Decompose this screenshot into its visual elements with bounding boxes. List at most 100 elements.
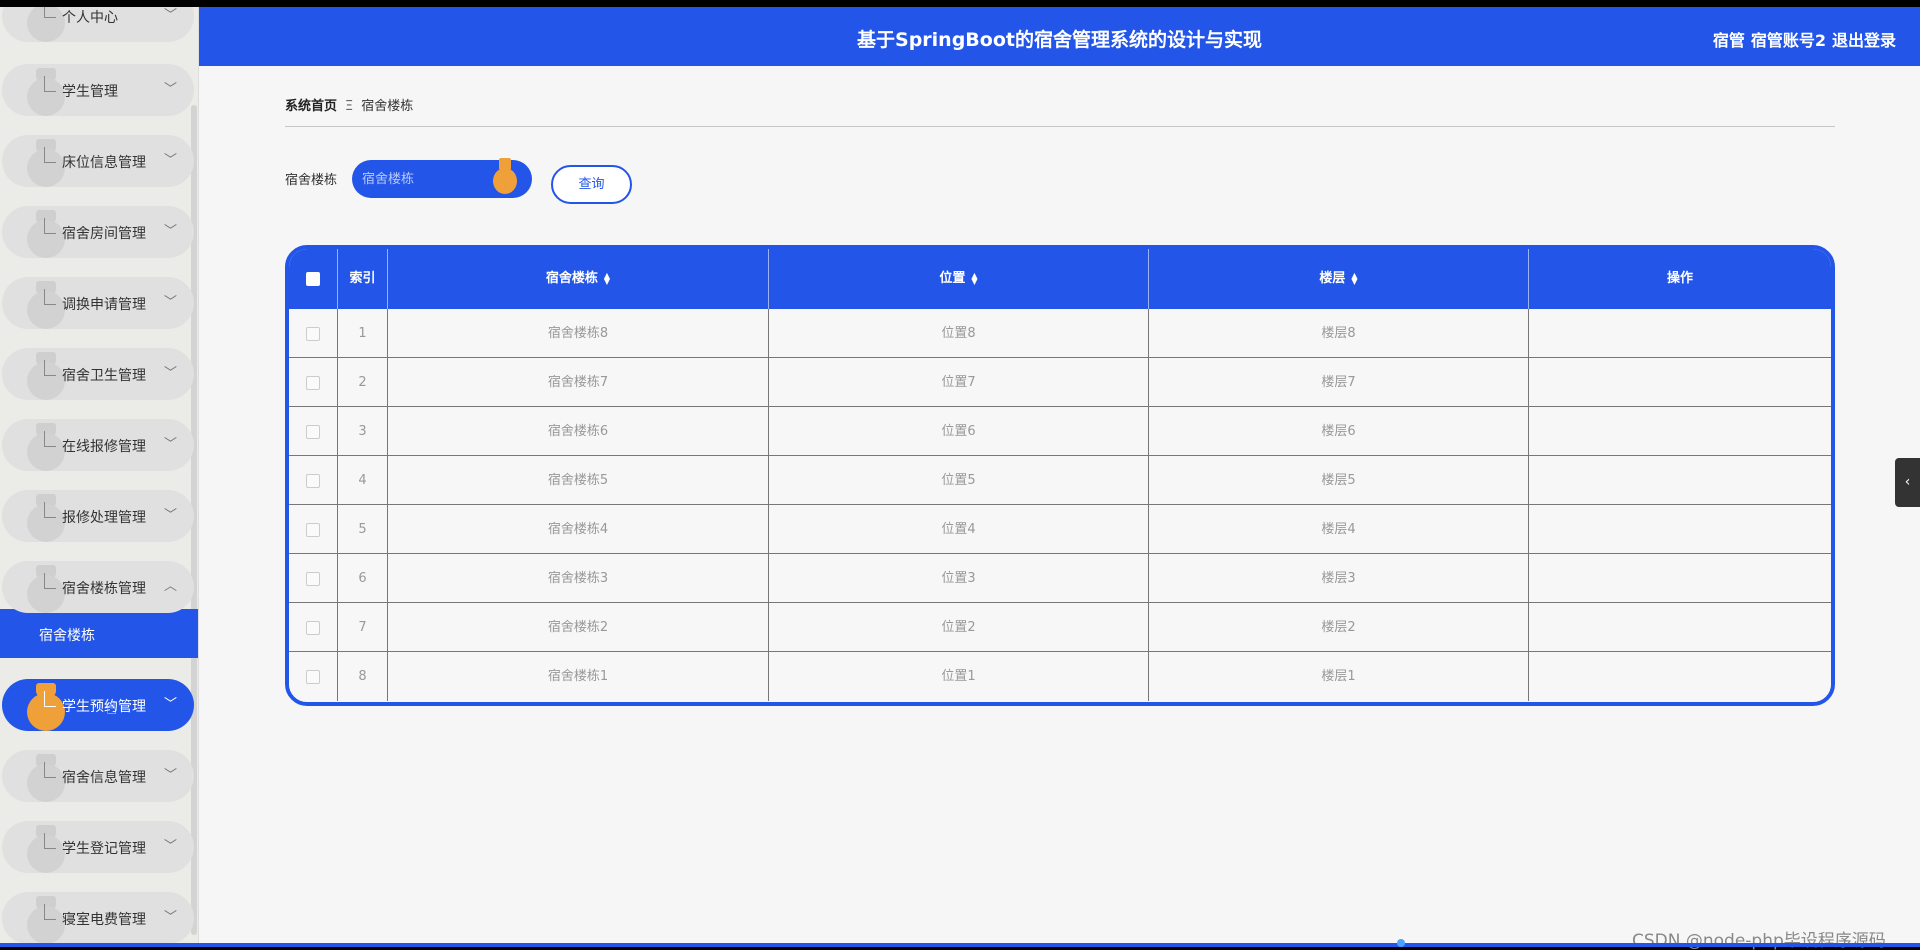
breadcrumb-separator: Ξ (345, 99, 354, 114)
chevron-up-icon: ︿ (164, 579, 178, 594)
row-checkbox[interactable] (306, 571, 320, 586)
cell-location: 位置1 (769, 652, 1149, 701)
sidebar-item-label: 寝室电费管理 (62, 912, 146, 928)
cell-floor: 楼层1 (1149, 652, 1529, 701)
sidebar-item-label: 床位信息管理 (62, 155, 146, 171)
column-header-index: 索引 (338, 249, 388, 309)
row-checkbox[interactable] (306, 424, 320, 439)
breadcrumb-home[interactable]: 系统首页 (285, 99, 337, 114)
row-actions-cell (1529, 652, 1831, 701)
sidebar-item[interactable]: 学生登记管理 ﹀ (2, 821, 194, 873)
sidebar-item[interactable]: 宿舍楼栋管理 ︿ (2, 561, 194, 613)
row-actions-cell (1529, 456, 1831, 505)
cell-building: 宿舍楼栋2 (388, 603, 769, 652)
table-row: 7 宿舍楼栋2 位置2 楼层2 (289, 603, 1831, 652)
cell-building: 宿舍楼栋3 (388, 554, 769, 603)
sidebar-item[interactable]: 宿舍卫生管理 ﹀ (2, 348, 194, 400)
row-checkbox[interactable] (306, 522, 320, 537)
menu-bullet-icon (26, 281, 66, 329)
sidebar-item[interactable]: 学生管理 ﹀ (2, 64, 194, 116)
row-actions-cell (1529, 309, 1831, 358)
column-header-index-label: 索引 (349, 271, 376, 286)
sort-icon[interactable]: ▲ ▼ (971, 271, 977, 285)
sidebar-item-label: 在线报修管理 (62, 439, 146, 455)
row-select-cell (289, 456, 338, 505)
row-checkbox[interactable] (306, 669, 320, 684)
chevron-down-icon: ﹀ (164, 839, 178, 854)
menu-bullet-icon (26, 139, 66, 187)
query-button[interactable]: 查询 (551, 165, 632, 204)
cell-location: 位置4 (769, 505, 1149, 554)
sidebar-item[interactable]: 寝室电费管理 ﹀ (2, 892, 194, 943)
menu-bullet-icon (26, 754, 66, 802)
column-header-floor-label: 楼层 (1319, 271, 1346, 286)
scroll-thumb[interactable] (1397, 939, 1405, 947)
collapse-panel-tab[interactable]: ‹ (1895, 458, 1920, 507)
menu-bullet-icon (26, 352, 66, 400)
cell-index: 6 (338, 554, 388, 603)
row-actions-cell (1529, 603, 1831, 652)
sidebar-item-label: 个人中心 (62, 10, 118, 26)
cell-index: 2 (338, 358, 388, 407)
cell-location: 位置2 (769, 603, 1149, 652)
sidebar-item[interactable]: 学生预约管理 ﹀ (2, 679, 194, 731)
sort-icon[interactable]: ▲ ▼ (1351, 271, 1357, 285)
column-header-location[interactable]: 位置 ▲ ▼ (769, 249, 1149, 309)
select-all-checkbox[interactable] (306, 271, 320, 286)
sidebar-item[interactable]: 报修处理管理 ﹀ (2, 490, 194, 542)
chevron-down-icon: ﹀ (164, 508, 178, 523)
logout-link[interactable]: 退出登录 (1832, 31, 1896, 50)
column-header-building[interactable]: 宿舍楼栋 ▲ ▼ (388, 249, 769, 309)
sidebar-item[interactable]: 调换申请管理 ﹀ (2, 277, 194, 329)
sidebar-item[interactable]: 在线报修管理 ﹀ (2, 419, 194, 471)
chevron-down-icon: ﹀ (164, 910, 178, 925)
chevron-down-icon: ﹀ (164, 366, 178, 381)
breadcrumb-current: 宿舍楼栋 (361, 99, 414, 114)
sidebar-item-label: 学生管理 (62, 84, 118, 100)
row-actions-cell (1529, 505, 1831, 554)
cell-index: 3 (338, 407, 388, 456)
sidebar-item[interactable]: 宿舍房间管理 ﹀ (2, 206, 194, 258)
sidebar-subitem-building[interactable]: 宿舍楼栋 (0, 609, 198, 658)
row-checkbox[interactable] (306, 375, 320, 390)
row-select-cell (289, 505, 338, 554)
cell-location: 位置7 (769, 358, 1149, 407)
sidebar-item[interactable]: 宿舍信息管理 ﹀ (2, 750, 194, 802)
sidebar-item-label: 学生预约管理 (62, 699, 146, 715)
sidebar-item-label: 调换申请管理 (62, 297, 146, 313)
column-header-actions-label: 操作 (1666, 271, 1693, 286)
chevron-down-icon: ﹀ (164, 82, 178, 97)
row-checkbox[interactable] (306, 326, 320, 341)
sidebar-subitem-label: 宿舍楼栋 (39, 628, 95, 644)
bottom-scrollbar[interactable] (0, 943, 1920, 947)
cell-building: 宿舍楼栋1 (388, 652, 769, 701)
chevron-down-icon: ﹀ (164, 768, 178, 783)
column-header-floor[interactable]: 楼层 ▲ ▼ (1149, 249, 1529, 309)
table-row: 5 宿舍楼栋4 位置4 楼层4 (289, 505, 1831, 554)
sort-icon[interactable]: ▲ ▼ (604, 271, 610, 285)
row-select-cell (289, 652, 338, 701)
sidebar-item[interactable]: 床位信息管理 ﹀ (2, 135, 194, 187)
breadcrumb-divider (285, 126, 1835, 127)
row-checkbox[interactable] (306, 620, 320, 635)
chevron-down-icon: ﹀ (164, 697, 178, 712)
search-input[interactable] (362, 169, 482, 189)
cell-floor: 楼层2 (1149, 603, 1529, 652)
select-all-header (289, 249, 338, 309)
cell-index: 5 (338, 505, 388, 554)
top-header: 基于SpringBoot的宿舍管理系统的设计与实现 宿管 宿管账号2 退出登录 (199, 7, 1920, 66)
sidebar-item[interactable]: 个人中心 ﹀ (2, 7, 194, 42)
table-row: 3 宿舍楼栋6 位置6 楼层6 (289, 407, 1831, 456)
row-select-cell (289, 407, 338, 456)
cell-location: 位置3 (769, 554, 1149, 603)
cell-location: 位置5 (769, 456, 1149, 505)
table-row: 2 宿舍楼栋7 位置7 楼层7 (289, 358, 1831, 407)
sidebar-item-label: 宿舍楼栋管理 (62, 581, 146, 597)
cell-index: 7 (338, 603, 388, 652)
menu-bullet-icon (26, 494, 66, 542)
cell-floor: 楼层4 (1149, 505, 1529, 554)
row-actions-cell (1529, 554, 1831, 603)
row-checkbox[interactable] (306, 473, 320, 488)
cell-floor: 楼层3 (1149, 554, 1529, 603)
menu-bullet-icon (26, 7, 66, 42)
